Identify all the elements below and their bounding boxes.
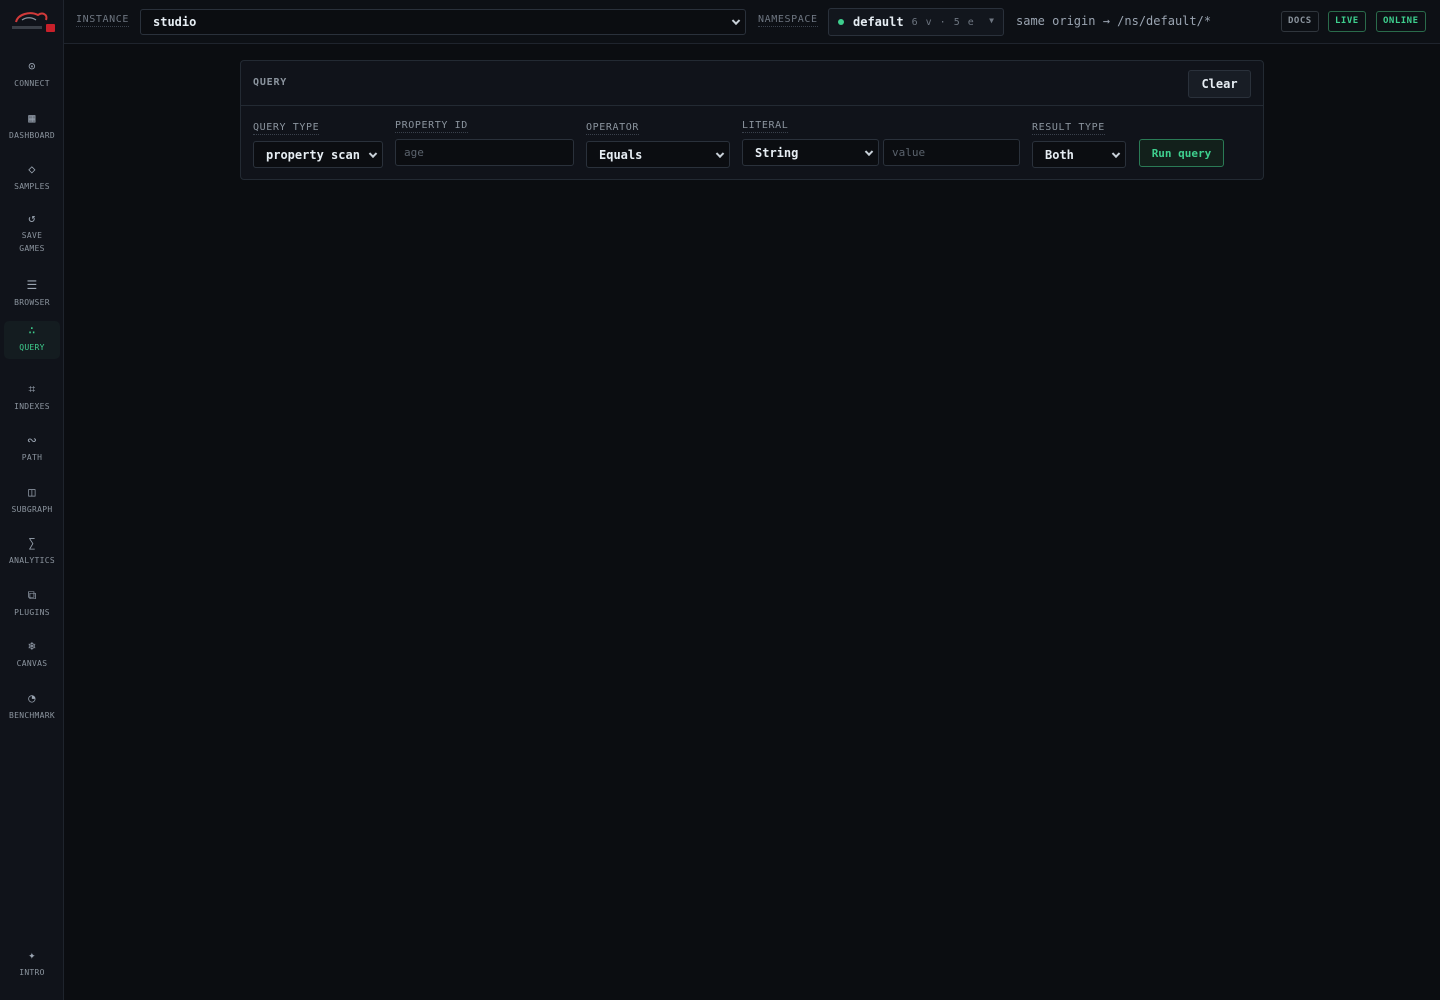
chevron-down-icon — [864, 147, 874, 156]
sidebar-item-label: QUERY — [19, 343, 45, 352]
benchmark-icon: ◔ — [28, 691, 36, 705]
sidebar-item-label: CANVAS — [16, 659, 48, 668]
samples-icon: ◇ — [28, 162, 36, 176]
result-type-value: Both — [1045, 147, 1074, 162]
literal-value-placeholder: value — [892, 146, 926, 159]
literal-type-select[interactable]: String — [742, 139, 879, 166]
query-type-select[interactable]: property scan — [253, 141, 383, 168]
sidebar-item-connect[interactable]: ⊙ CONNECT — [4, 57, 60, 95]
operator-label: OPERATOR — [586, 122, 639, 135]
status-dot-icon — [838, 19, 844, 25]
chevron-down-icon — [368, 149, 378, 158]
query-type-value: property scan — [266, 147, 360, 162]
logo — [12, 12, 55, 32]
browser-icon: ☰ — [26, 278, 38, 292]
operator-select[interactable]: Equals — [586, 141, 730, 168]
sidebar-item-query[interactable]: ∴ QUERY — [4, 321, 60, 359]
sidebar-item-samples[interactable]: ◇ SAMPLES — [4, 160, 60, 198]
clear-button[interactable]: Clear — [1188, 70, 1251, 98]
literal-value-input[interactable]: value — [883, 139, 1020, 166]
caret-down-icon: ▼ — [989, 16, 994, 25]
sidebar-item-label: INTRO — [19, 968, 45, 977]
sidebar-item-subgraph[interactable]: ◫ SUBGRAPH — [4, 483, 60, 521]
chevron-down-icon — [1111, 149, 1121, 158]
online-badge: ONLINE — [1376, 11, 1426, 32]
instance-label: INSTANCE — [76, 14, 129, 27]
sidebar-item-label: CONNECT — [14, 79, 50, 88]
docs-link[interactable]: DOCS — [1281, 11, 1319, 32]
query-panel-header: QUERY Clear — [241, 61, 1263, 106]
subgraph-icon: ◫ — [28, 485, 36, 499]
sidebar-item-label: BROWSER — [14, 298, 50, 307]
sidebar-item-save-games[interactable]: ↺ SAVE GAMES — [4, 209, 60, 259]
sidebar-item-canvas[interactable]: ❄ CANVAS — [4, 637, 60, 675]
sidebar-item-label: PATH — [21, 453, 43, 462]
instance-select[interactable]: studio — [140, 9, 746, 35]
query-type-label: QUERY TYPE — [253, 122, 320, 135]
query-panel: QUERY Clear QUERY TYPE property scan PRO… — [240, 60, 1264, 180]
sidebar-item-benchmark[interactable]: ◔ BENCHMARK — [4, 689, 60, 727]
run-query-button[interactable]: Run query — [1139, 139, 1224, 167]
result-type-label: RESULT TYPE — [1032, 122, 1105, 135]
instance-value: studio — [153, 15, 197, 29]
canvas-icon: ❄ — [28, 639, 36, 653]
property-id-label: PROPERTY ID — [395, 120, 468, 133]
live-badge[interactable]: LIVE — [1328, 11, 1366, 32]
save-games-icon: ↺ — [28, 211, 36, 225]
sidebar-item-label: ANALYTICS — [8, 556, 56, 565]
sidebar: ⊙ CONNECT ▦ DASHBOARD ◇ SAMPLES ↺ SAVE GAMES ☰ BR… — [0, 0, 64, 1000]
connect-icon: ⊙ — [28, 59, 36, 73]
sidebar-item-browser[interactable]: ☰ BROWSER — [4, 276, 60, 314]
origin-path: same origin → /ns/default/* — [1016, 14, 1212, 28]
property-id-placeholder: age — [404, 146, 424, 159]
sidebar-item-label: PLUGINS — [14, 608, 50, 617]
indexes-icon: ⌗ — [28, 382, 36, 396]
sidebar-item-label: SAMPLES — [14, 182, 50, 191]
sidebar-item-label: INDEXES — [14, 402, 50, 411]
literal-label: LITERAL — [742, 120, 789, 133]
sidebar-item-label: SAVE GAMES — [19, 231, 45, 253]
plugins-icon: ⧉ — [27, 588, 37, 602]
sidebar-item-path[interactable]: ∾ PATH — [4, 431, 60, 469]
result-type-select[interactable]: Both — [1032, 141, 1126, 168]
path-icon: ∾ — [26, 433, 38, 447]
sidebar-item-plugins[interactable]: ⧉ PLUGINS — [4, 586, 60, 624]
literal-type-value: String — [755, 145, 799, 160]
query-icon: ∴ — [28, 323, 36, 337]
sidebar-item-indexes[interactable]: ⌗ INDEXES — [4, 380, 60, 418]
top-bar: INSTANCE studio NAMESPACE default 6 v · … — [64, 0, 1440, 44]
namespace-label: NAMESPACE — [758, 14, 818, 27]
sidebar-item-label: DASHBOARD — [8, 131, 56, 140]
namespace-counts: 6 v · 5 e — [911, 16, 975, 28]
dashboard-icon: ▦ — [28, 111, 36, 125]
panel-title: QUERY — [253, 77, 288, 88]
chevron-down-icon — [715, 149, 725, 158]
sidebar-item-analytics[interactable]: ∑ ANALYTICS — [4, 534, 60, 572]
sidebar-item-label: BENCHMARK — [8, 711, 56, 720]
intro-icon: ✦ — [28, 948, 36, 962]
sidebar-item-dashboard[interactable]: ▦ DASHBOARD — [4, 109, 60, 147]
sidebar-item-intro[interactable]: ✦ INTRO — [4, 948, 60, 984]
sidebar-item-label: SUBGRAPH — [11, 505, 53, 514]
namespace-name: default — [853, 15, 904, 29]
operator-value: Equals — [599, 147, 643, 162]
chevron-down-icon — [731, 16, 741, 26]
property-id-input[interactable]: age — [395, 139, 574, 166]
analytics-icon: ∑ — [28, 536, 36, 550]
namespace-select[interactable]: default 6 v · 5 e ▼ — [828, 8, 1004, 36]
